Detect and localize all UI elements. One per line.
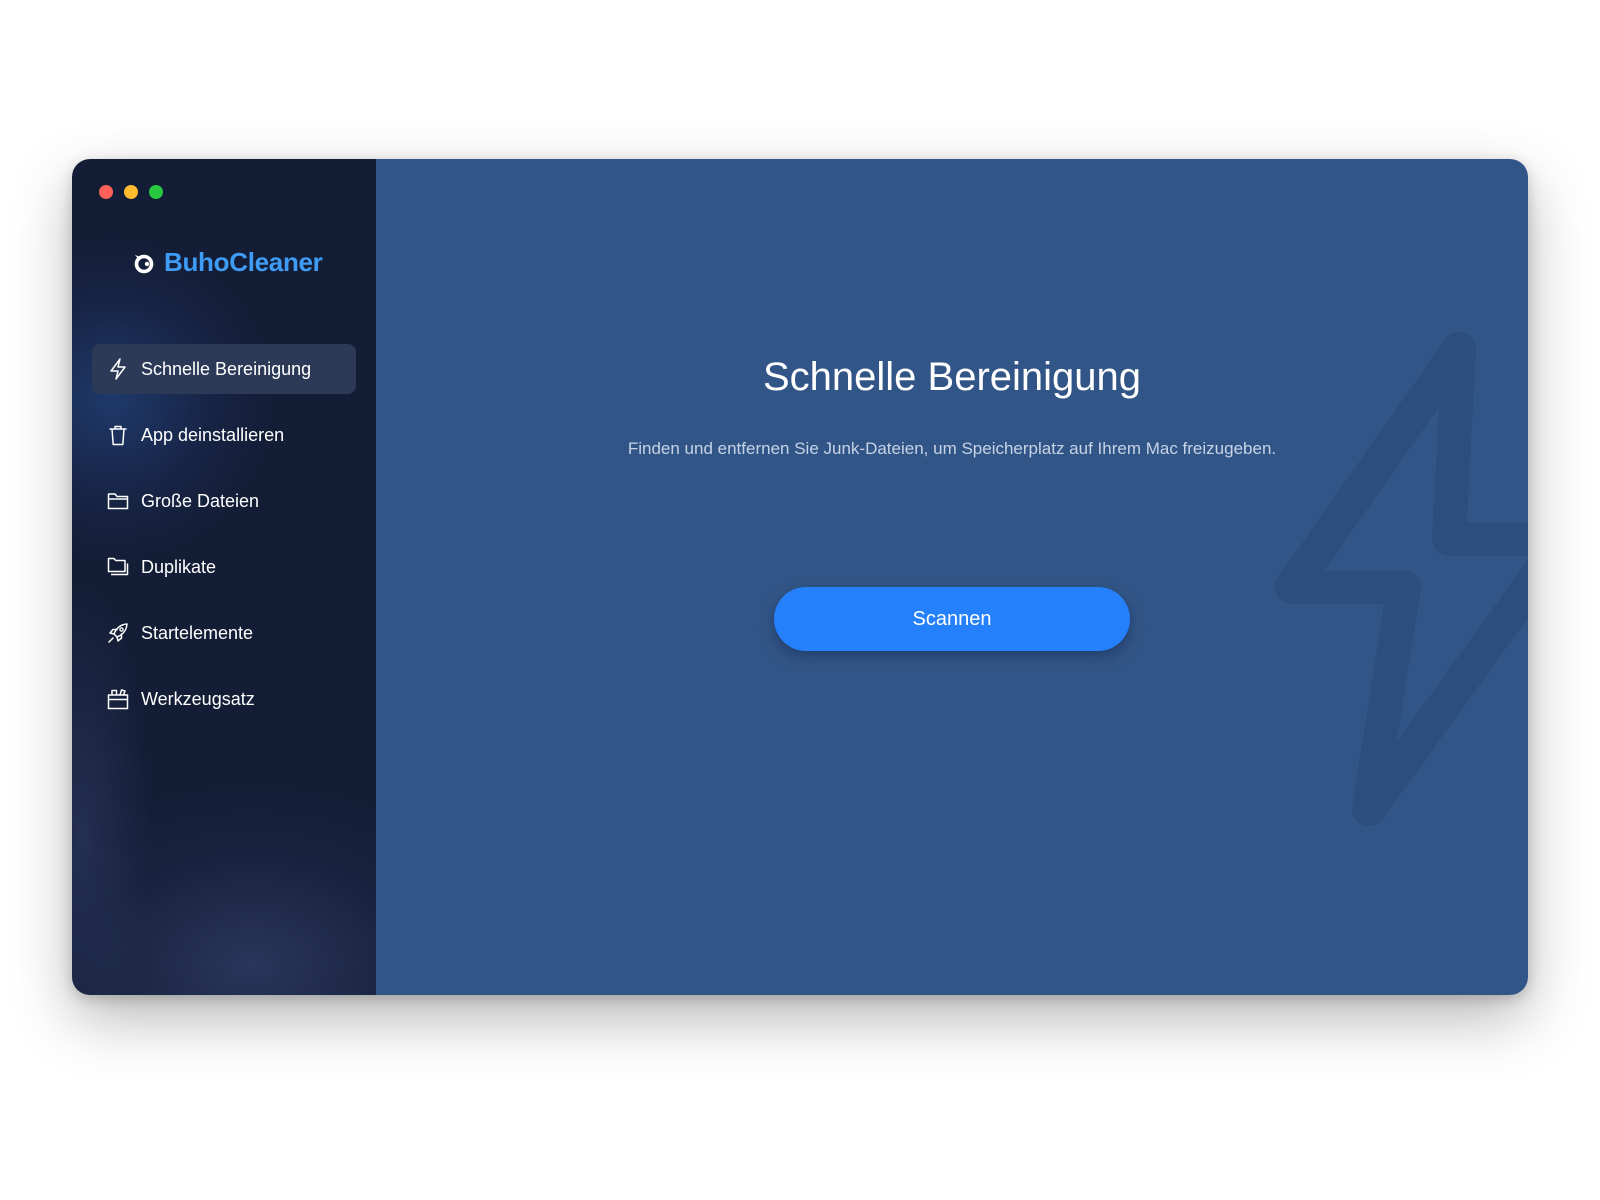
page-title: Schnelle Bereinigung bbox=[762, 355, 1142, 399]
lightning-icon bbox=[1275, 332, 1528, 826]
duplicate-folder-icon bbox=[107, 556, 129, 578]
close-window-button[interactable] bbox=[99, 185, 113, 199]
sidebar-item-label: Schnelle Bereinigung bbox=[141, 358, 312, 379]
page-description: Finden und entfernen Sie Junk-Dateien, u… bbox=[627, 439, 1277, 458]
sidebar-item-duplikate[interactable]: Duplikate bbox=[92, 542, 356, 592]
app-name: BuhoCleaner bbox=[164, 247, 323, 277]
scan-button[interactable]: Scannen bbox=[774, 587, 1130, 651]
sidebar-item-label: Duplikate bbox=[141, 556, 217, 577]
sidebar-item-label: Startelemente bbox=[141, 622, 254, 643]
window-controls bbox=[99, 185, 163, 199]
app-window: BuhoCleaner Schnelle Bereinigung App dei… bbox=[72, 159, 1528, 995]
sidebar-item-grosse-dateien[interactable]: Große Dateien bbox=[92, 476, 356, 526]
sidebar-item-startelemente[interactable]: Startelemente bbox=[92, 608, 356, 658]
maximize-window-button[interactable] bbox=[149, 185, 163, 199]
sidebar-item-schnelle-bereinigung[interactable]: Schnelle Bereinigung bbox=[92, 344, 356, 394]
trash-icon bbox=[107, 424, 129, 446]
sidebar-item-werkzeugsatz[interactable]: Werkzeugsatz bbox=[92, 674, 356, 724]
sidebar-item-label: Große Dateien bbox=[141, 490, 260, 511]
toolbox-icon bbox=[107, 688, 129, 710]
sidebar-nav: Schnelle Bereinigung App deinstallieren … bbox=[92, 344, 356, 740]
sidebar-item-app-deinstallieren[interactable]: App deinstallieren bbox=[92, 410, 356, 460]
main-panel: Schnelle Bereinigung Finden und entferne… bbox=[376, 159, 1528, 995]
sidebar-item-label: Werkzeugsatz bbox=[141, 688, 255, 709]
sidebar: BuhoCleaner Schnelle Bereinigung App dei… bbox=[72, 159, 376, 995]
sidebar-item-label: App deinstallieren bbox=[141, 424, 285, 445]
minimize-window-button[interactable] bbox=[124, 185, 138, 199]
folder-icon bbox=[107, 490, 129, 512]
app-logo: BuhoCleaner bbox=[132, 247, 323, 278]
rocket-icon bbox=[107, 622, 129, 644]
sidebar-glow bbox=[72, 785, 376, 995]
buhocleaner-logo-icon bbox=[134, 254, 154, 273]
lightning-icon bbox=[107, 358, 129, 380]
